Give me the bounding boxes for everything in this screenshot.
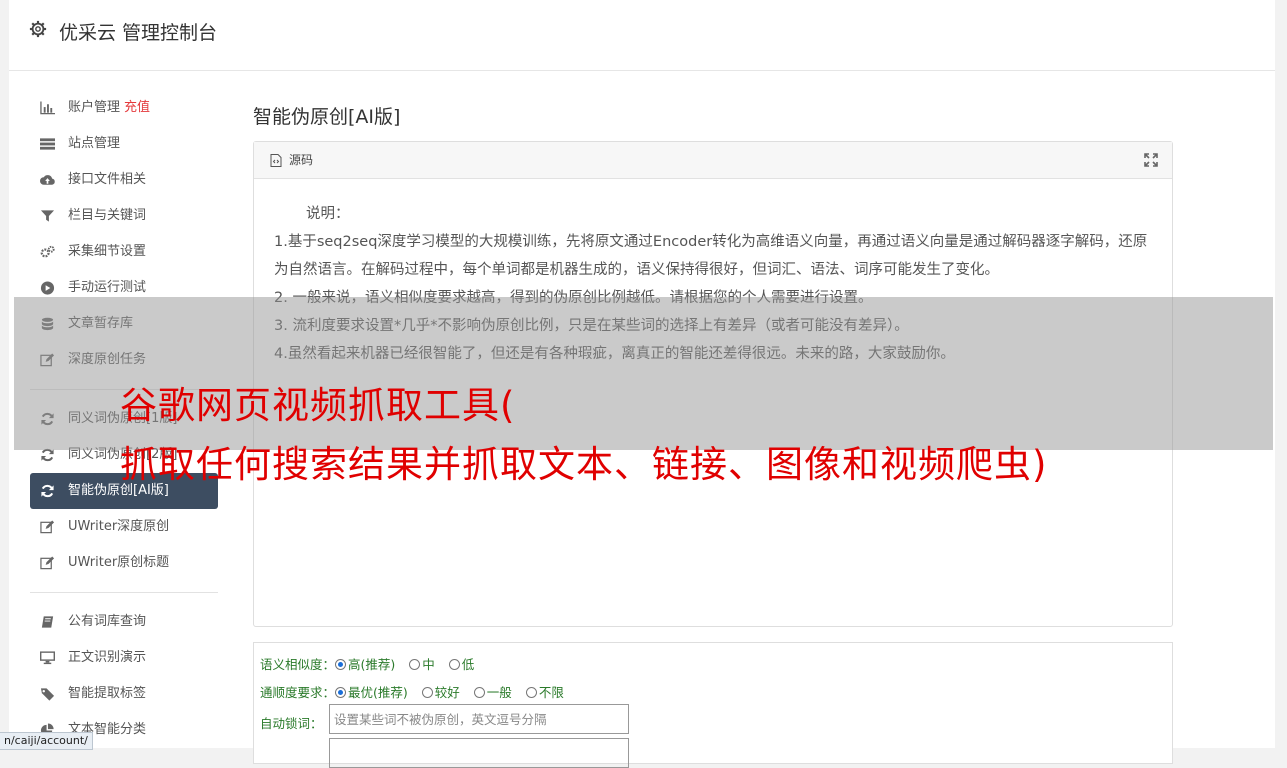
gear-icon — [29, 20, 47, 38]
lock-words-input[interactable]: 设置某些词不被伪原创，英文逗号分隔 — [329, 704, 629, 734]
banner-text-line-1: 谷歌网页视频抓取工具( — [120, 384, 516, 427]
sidebar-item-label: 智能提取标签 — [68, 686, 147, 701]
radio-low[interactable] — [448, 659, 460, 670]
similarity-label: 语义相似度： — [260, 657, 336, 672]
lock-words-label: 自动锁词： — [260, 716, 323, 731]
fluency-row: 通顺度要求： 最优(推荐) 较好 一般 不限 — [260, 682, 578, 701]
sidebar-item-label: UWriter原创标题 — [68, 555, 170, 570]
sidebar-item-account[interactable]: 账户管理 充值 — [30, 90, 218, 126]
radio-high[interactable] — [335, 659, 347, 670]
sidebar-item-label: 栏目与关键词 — [68, 208, 147, 223]
page-title: 智能伪原创[AI版] — [253, 106, 401, 128]
expand-icon[interactable] — [1144, 153, 1158, 167]
sidebar-item-public-lexicon[interactable]: 公有词库查询 — [30, 604, 218, 640]
banner-text-line-2: 抓取任何搜索结果并抓取文本、链接、图像和视频爬虫) — [120, 443, 1048, 486]
options-form: 语义相似度： 高(推荐) 中低 通顺度要求： 最优(推荐) 较好 一般 不限 自动锁词： 设… — [253, 642, 1173, 768]
sidebar-item-smart-tags[interactable]: 智能提取标签 — [30, 676, 218, 712]
play-icon — [40, 281, 55, 295]
fluency-option-best[interactable]: 最优(推荐) — [335, 685, 408, 700]
refresh-icon — [41, 484, 54, 498]
refresh-icon — [41, 448, 54, 462]
sidebar-item-sites[interactable]: 站点管理 — [30, 126, 218, 162]
status-url: n/caiji/account/ — [0, 732, 93, 750]
edit-icon — [40, 556, 55, 570]
sidebar-item-label: 采集细节设置 — [68, 244, 147, 259]
sidebar-item-uwriter-deep[interactable]: UWriter深度原创 — [30, 509, 218, 545]
sidebar-item-label: 接口文件相关 — [68, 172, 147, 187]
radio-normal[interactable] — [473, 687, 485, 698]
description-title: 说明： — [306, 206, 350, 222]
filter-icon — [40, 210, 55, 222]
radio-any[interactable] — [525, 687, 537, 698]
monitor-icon — [40, 651, 55, 665]
sidebar-item-interface[interactable]: 接口文件相关 — [30, 162, 218, 198]
book-icon — [41, 616, 54, 628]
recharge-link[interactable]: 充值 — [124, 100, 150, 115]
sidebar-item-label: 站点管理 — [68, 136, 121, 151]
radio-best[interactable] — [335, 687, 347, 698]
second-input[interactable] — [329, 738, 629, 768]
bar-chart-icon — [40, 101, 55, 115]
cloud-upload-icon — [40, 175, 55, 185]
edit-icon — [40, 520, 55, 534]
similarity-option-low[interactable]: 低 — [448, 657, 474, 672]
sidebar-item-label: 公有词库查询 — [68, 614, 147, 629]
panel-title: 源码 — [289, 153, 314, 167]
fluency-option-any[interactable]: 不限 — [525, 685, 564, 700]
description-line-1: 1.基于seq2seq深度学习模型的大规模训练，先将原文通过Encoder转化为… — [274, 234, 1148, 278]
sidebar-item-columns[interactable]: 栏目与关键词 — [30, 198, 218, 234]
tag-icon — [40, 688, 55, 701]
radio-good[interactable] — [421, 687, 433, 698]
sidebar-divider — [30, 592, 218, 593]
similarity-row: 语义相似度： 高(推荐) 中低 — [260, 654, 488, 673]
sidebar-item-label: 正文识别演示 — [68, 650, 147, 665]
similarity-option-medium[interactable]: 中 — [409, 657, 435, 672]
sidebar-item-collect-settings[interactable]: 采集细节设置 — [30, 234, 218, 270]
list-icon — [40, 138, 55, 150]
fluency-option-good[interactable]: 较好 — [421, 685, 460, 700]
sidebar-item-label: UWriter深度原创 — [68, 519, 170, 534]
gears-icon — [40, 245, 55, 258]
top-header: 优采云 管理控制台 — [9, 0, 1275, 71]
console-title: 优采云 管理控制台 — [59, 22, 218, 44]
similarity-option-high[interactable]: 高(推荐) — [335, 657, 395, 672]
sidebar-item-uwriter-title[interactable]: UWriter原创标题 — [30, 545, 218, 581]
fluency-option-normal[interactable]: 一般 — [473, 685, 512, 700]
sidebar-item-label: 手动运行测试 — [68, 280, 147, 295]
fluency-label: 通顺度要求： — [260, 685, 336, 700]
radio-medium[interactable] — [409, 659, 421, 670]
file-code-icon — [270, 154, 282, 167]
panel-header: 源码 — [254, 142, 1172, 179]
sidebar-item-label: 账户管理 — [68, 100, 121, 115]
sidebar-item-text-recognition[interactable]: 正文识别演示 — [30, 640, 218, 676]
